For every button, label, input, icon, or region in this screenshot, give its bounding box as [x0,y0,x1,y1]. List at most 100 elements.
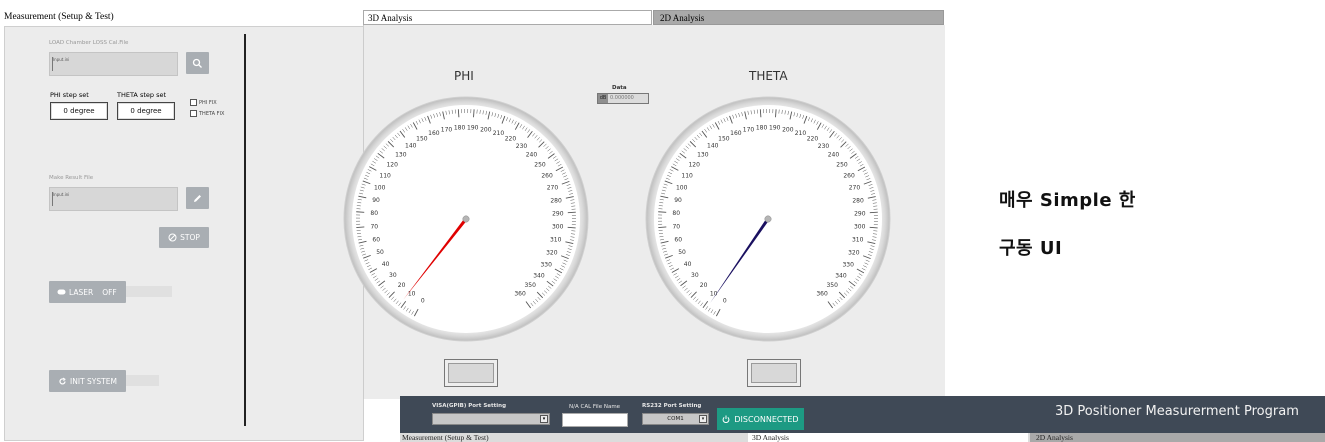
phi-fix-label: PHI FIX [199,99,217,106]
theta-tick-label: 250 [836,162,848,169]
result-file-path[interactable]: Input.ini [49,187,178,211]
theta-tick-label: 0 [723,297,727,304]
tab-3d-analysis[interactable]: 3D Analysis [363,10,652,25]
phi-tick-label: 170 [441,126,453,133]
strip-tab-3d[interactable]: 3D Analysis [748,433,1028,442]
phi-tick-label: 310 [550,237,562,244]
laser-toggle-button[interactable]: LASER OFF [49,281,126,303]
tab-2d-analysis[interactable]: 2D Analysis [653,10,944,25]
phi-tick-label: 160 [428,130,440,137]
phi-step-input[interactable]: 0 degree [50,102,108,120]
theta-tick-label: 170 [743,126,755,133]
note-line-1: 매우 Simple 한 [999,190,1136,211]
theta-tick-label: 290 [854,210,866,217]
phi-gauge-title: PHI [454,69,474,83]
theta-tick-label: 160 [730,130,742,137]
phi-tick-label: 70 [370,223,378,230]
rs232-port-select[interactable]: COM1 ▾ [642,413,709,425]
theta-step-input[interactable]: 0 degree [117,102,175,120]
theta-tick-label: 200 [782,126,794,133]
phi-gauge: 0 102030 40 50 60 70 80 90 100 110 120 130140150160… [343,96,589,342]
theta-step-label: THETA step set [117,91,167,99]
phi-tick-label: 230 [516,143,528,150]
visa-port-select[interactable]: ▾ [432,413,550,425]
theta-value-indicator [747,359,801,387]
browse-button[interactable] [186,52,209,74]
theta-tick-label: 190 [769,124,781,131]
phi-tick-label: 360 [514,291,526,298]
edit-button[interactable] [186,187,209,209]
phi-tick-label: 60 [372,236,380,243]
panel-title: Measurement (Setup & Test) [4,12,114,22]
phi-tick-label: 240 [526,152,538,159]
strip-tab-2d[interactable]: 2D Analysis [1030,433,1325,442]
phi-tick-label: 110 [379,172,391,179]
toggle-icon [57,289,66,295]
theta-tick-label: 50 [678,249,686,256]
data-display: dB 0.000000 [597,93,649,104]
theta-hub [764,215,772,223]
theta-tick-label: 120 [688,161,700,168]
disconnected-label: DISCONNECTED [734,414,799,424]
phi-tick-label: 180 [454,124,466,131]
phi-tick-label: 290 [552,210,564,217]
phi-tick-label: 10 [408,290,416,297]
theta-tick-label: 260 [843,173,855,180]
theta-tick-label: 150 [718,135,730,142]
theta-tick-label: 300 [854,224,866,231]
result-file-label: Make Result File [49,175,94,181]
theta-tick-label: 340 [835,272,847,279]
chevron-down-icon: ▾ [540,415,548,423]
phi-tick-label: 280 [550,197,562,204]
search-icon [192,58,202,68]
phi-tick [356,211,365,213]
theta-tick-label: 330 [842,261,854,268]
theta-tick [775,109,777,118]
program-title: 3D Positioner Measurerment Program [1055,404,1299,419]
phi-tick-label: 250 [534,162,546,169]
com-value: COM1 [667,416,684,422]
phi-tick-label: 90 [372,197,380,204]
phi-tick-label: 80 [370,210,378,217]
phi-tick-label: 320 [546,249,558,256]
path-stub: Input.ini [52,57,69,71]
phi-tick-label: 300 [552,224,564,231]
divider [244,34,246,426]
phi-tick-label: 200 [480,126,492,133]
phi-tick-label: 130 [395,151,407,158]
phi-tick-label: 210 [493,130,505,137]
phi-tick-label: 270 [547,185,559,192]
theta-tick-label: 30 [691,272,699,279]
stop-icon [168,233,177,242]
theta-tick-label: 40 [684,261,692,268]
phi-tick-label: 260 [541,173,553,180]
phi-tick-label: 0 [421,297,425,304]
rs232-port-label: RS232 Port Setting [642,403,702,409]
cal-name-field[interactable] [562,413,628,427]
phi-tick-label: 220 [505,136,517,143]
theta-tick-label: 130 [697,151,709,158]
phi-tick-label: 100 [374,184,386,191]
stop-button[interactable]: STOP [159,227,209,248]
disconnected-button[interactable]: DISCONNECTED [717,408,804,430]
cal-file-path[interactable]: Input.ini [49,52,178,76]
theta-fix-checkbox[interactable]: THETA FIX [190,110,224,117]
phi-tick-label: 330 [540,261,552,268]
theta-fix-label: THETA FIX [199,110,225,117]
phi-fix-checkbox[interactable]: PHI FIX [190,99,217,106]
theta-tick-label: 70 [672,223,680,230]
data-label: Data [612,85,627,91]
theta-tick [658,226,667,228]
strip-tab-2d-label: 2D Analysis [1036,433,1073,442]
data-value: 0.000000 [608,94,648,103]
theta-tick-label: 20 [700,282,708,289]
cal-name-label: N/A CAL File Name [569,404,621,410]
init-label: INIT SYSTEM [70,376,117,386]
phi-tick [356,226,365,228]
phi-tick-label: 150 [416,135,428,142]
laser-state: OFF [102,287,117,297]
laser-label: LASER [69,287,94,297]
phi-tick [473,109,475,118]
init-system-button[interactable]: INIT SYSTEM [49,370,126,392]
phi-tick-label: 190 [467,124,479,131]
